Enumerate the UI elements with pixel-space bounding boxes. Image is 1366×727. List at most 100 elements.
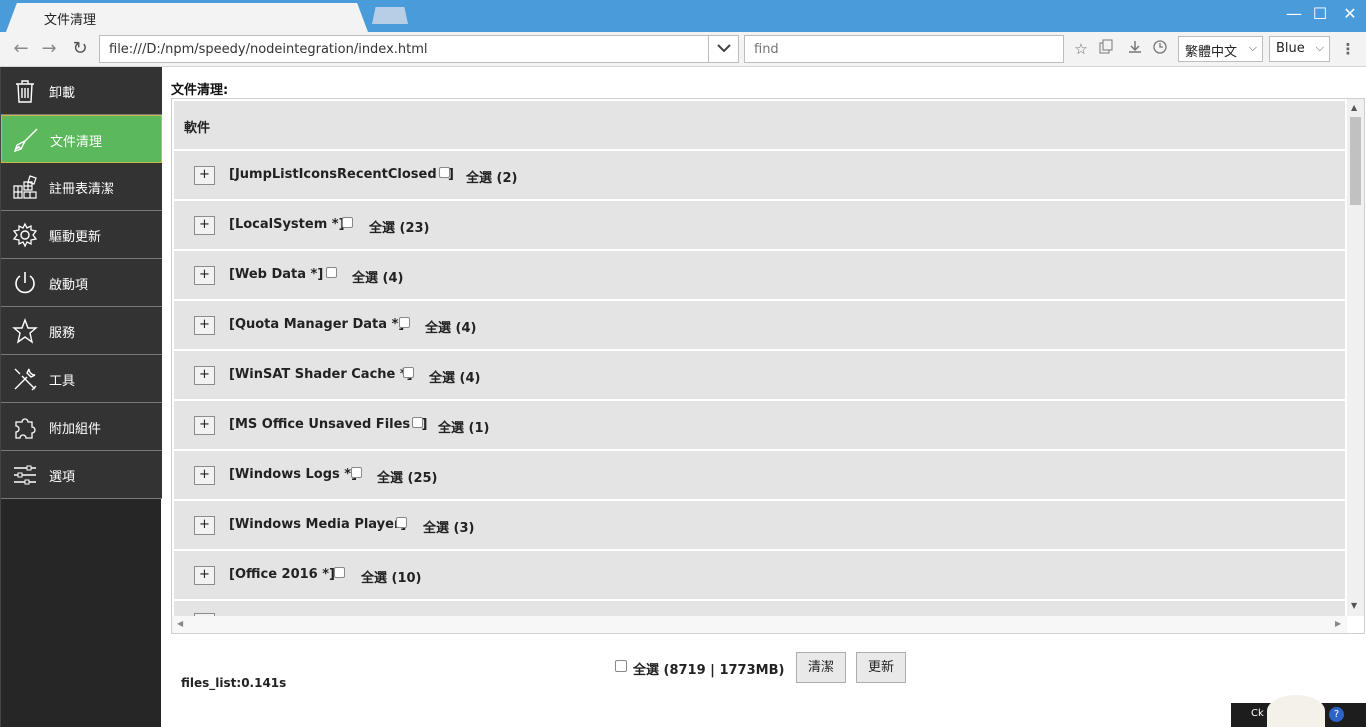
expand-button[interactable]: + (194, 216, 215, 235)
chevron-down-icon[interactable] (708, 36, 738, 62)
select-all-label: 全選 (4) (352, 271, 404, 286)
expand-button[interactable]: + (194, 416, 215, 435)
tab-title: 文件清理 (44, 13, 97, 28)
category-name: [Quota Manager Data *] (229, 317, 405, 332)
scroll-up-icon[interactable]: ▲ (1351, 103, 1357, 112)
sidebar-item-file-clean[interactable]: 文件清理 (1, 115, 162, 163)
tab-file-clean[interactable]: 文件清理 (6, 3, 368, 32)
sidebar-item-label: 服務 (49, 326, 76, 341)
url-text: file:///D:/npm/speedy/nodeintegration/in… (109, 42, 428, 57)
list-item: + [WinSAT Shader Cache *] 全選 (4) (174, 351, 1345, 399)
expand-button[interactable]: + (194, 166, 215, 185)
sidebar: 卸載 文件清理 註冊表清潔 驅動更新 啟動項 服務 工具 附加組件 選項 (0, 67, 162, 727)
sidebar-item-startup[interactable]: 啟動項 (1, 259, 162, 307)
list-item (174, 601, 1345, 616)
select-all-checkbox[interactable] (412, 417, 423, 428)
tray-text: Ck (1251, 708, 1264, 719)
update-button[interactable]: 更新 (856, 652, 906, 683)
history-clock-icon[interactable] (1149, 39, 1171, 61)
select-all-total-checkbox[interactable] (615, 660, 627, 672)
sidebar-item-label: 選項 (49, 470, 76, 485)
select-all-checkbox[interactable] (334, 567, 345, 578)
language-value: 繁體中文 (1185, 45, 1238, 60)
list-item: + [LocalSystem *] 全選 (23) (174, 201, 1345, 249)
expand-button[interactable]: + (194, 466, 215, 485)
help-icon[interactable]: ? (1329, 707, 1344, 722)
new-tab-button[interactable] (372, 7, 408, 24)
address-bar[interactable]: file:///D:/npm/speedy/nodeintegration/in… (99, 35, 739, 63)
sidebar-item-label: 註冊表清潔 (49, 182, 115, 197)
tools-icon (14, 368, 37, 391)
list-item: + [Office 2016 *] 全選 (10) (174, 551, 1345, 599)
maximize-button[interactable]: ☐ (1309, 4, 1331, 24)
reload-icon[interactable]: ↻ (69, 38, 91, 60)
forward-arrow-icon[interactable]: → (38, 38, 60, 60)
minimize-button[interactable]: — (1283, 4, 1305, 24)
files-list-timing: files_list:0.141s (181, 676, 287, 690)
list-item: + [Windows Logs *] 全選 (25) (174, 451, 1345, 499)
expand-button[interactable]: + (194, 316, 215, 335)
sidebar-item-label: 附加組件 (49, 422, 102, 437)
select-all-checkbox[interactable] (403, 367, 414, 378)
list-item: + [Windows Media Player] 全選 (3) (174, 501, 1345, 549)
clean-button[interactable]: 清潔 (796, 652, 846, 683)
broom-icon (13, 128, 38, 153)
scrollbar-thumb[interactable] (1350, 117, 1361, 205)
select-all-checkbox[interactable] (326, 267, 337, 278)
sidebar-item-driver-update[interactable]: 驅動更新 (1, 211, 162, 259)
expand-button[interactable]: + (194, 566, 215, 585)
select-all-checkbox[interactable] (396, 517, 407, 528)
sidebar-item-services[interactable]: 服務 (1, 307, 162, 355)
expand-button[interactable]: + (194, 266, 215, 285)
more-menu-icon[interactable]: ⋮ (1337, 39, 1359, 61)
language-select[interactable]: 繁體中文 ⌵ (1178, 36, 1263, 62)
select-all-checkbox[interactable] (342, 217, 353, 228)
sidebar-item-options[interactable]: 選項 (1, 451, 162, 499)
title-bar: 文件清理 — ☐ ✕ (0, 0, 1366, 32)
sidebar-item-label: 驅動更新 (49, 230, 102, 245)
trash-icon (16, 80, 34, 103)
header-label: 軟件 (184, 121, 211, 136)
close-button[interactable]: ✕ (1339, 4, 1361, 24)
download-icon[interactable] (1124, 39, 1146, 61)
category-name: [MS Office Unsaved Files *] (229, 417, 428, 432)
select-all-label: 全選 (10) (361, 571, 422, 586)
select-all-checkbox[interactable] (351, 467, 362, 478)
back-arrow-icon[interactable]: ← (10, 38, 32, 60)
sidebar-item-uninstall[interactable]: 卸載 (1, 67, 162, 115)
page-title: 文件清理: (171, 83, 229, 98)
list-item: + [JumpListIconsRecentClosed *] 全選 (2) (174, 151, 1345, 199)
sidebar-item-tools[interactable]: 工具 (1, 355, 162, 403)
sidebar-item-addons[interactable]: 附加組件 (1, 403, 162, 451)
browser-toolbar: ← → ↻ file:///D:/npm/speedy/nodeintegrat… (0, 32, 1366, 67)
gear-icon (12, 222, 38, 248)
expand-button[interactable]: + (194, 516, 215, 535)
sidebar-item-registry-clean[interactable]: 註冊表清潔 (1, 163, 162, 211)
find-input[interactable] (745, 36, 1063, 62)
registry-icon (13, 175, 37, 199)
expand-button[interactable]: + (194, 366, 215, 385)
scroll-right-icon[interactable]: ▶ (1335, 619, 1341, 628)
file-category-list: 軟件 + [JumpListIconsRecentClosed *] 全選 (2… (174, 101, 1345, 616)
select-all-label: 全選 (1) (438, 421, 490, 436)
select-all-label: 全選 (4) (425, 321, 477, 336)
select-all-checkbox[interactable] (439, 167, 450, 178)
star-bookmark-icon[interactable]: ☆ (1070, 39, 1092, 61)
puzzle-icon (15, 418, 36, 439)
horizontal-scrollbar[interactable]: ◀ ▶ (172, 616, 1347, 633)
scroll-left-icon[interactable]: ◀ (177, 619, 183, 628)
category-name: [LocalSystem *] (229, 217, 345, 232)
category-name: [Web Data *] (229, 267, 324, 282)
select-all-checkbox[interactable] (399, 317, 410, 328)
select-all-label: 全選 (2) (466, 171, 518, 186)
scroll-down-icon[interactable]: ▼ (1351, 601, 1357, 610)
list-item: + [Quota Manager Data *] 全選 (4) (174, 301, 1345, 349)
tray-notification-icon[interactable] (1267, 695, 1325, 727)
find-box[interactable] (744, 35, 1064, 63)
theme-select[interactable]: Blue ⌵ (1269, 36, 1330, 62)
copy-icon[interactable] (1095, 39, 1117, 61)
vertical-scrollbar[interactable]: ▲ ▼ (1347, 99, 1364, 616)
select-all-label: 全選 (4) (429, 371, 481, 386)
category-name: [Office 2016 *] (229, 567, 335, 582)
sidebar-item-label: 文件清理 (50, 135, 103, 150)
